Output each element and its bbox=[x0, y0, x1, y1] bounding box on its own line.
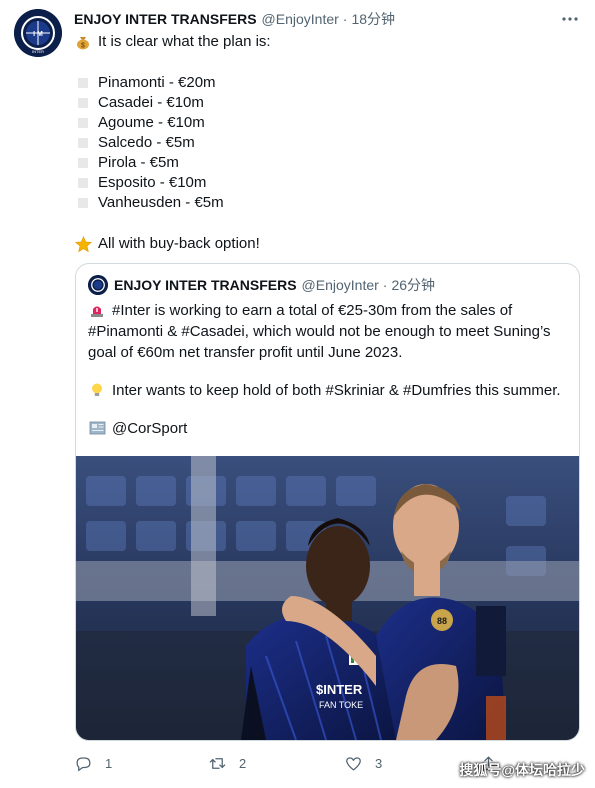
watermark: 搜狐号@体坛哈拉少 bbox=[459, 762, 585, 778]
bullet-square-icon bbox=[78, 138, 88, 148]
football-players-photo: $INTER FAN TOKE 88 bbox=[76, 456, 579, 740]
like-button[interactable]: 3 bbox=[344, 752, 382, 774]
quoted-author-avatar bbox=[88, 275, 108, 295]
quoted-source-text: @CorSport bbox=[112, 420, 188, 437]
list-item-text: Pinamonti - €20m bbox=[98, 74, 216, 91]
more-options-button[interactable] bbox=[559, 9, 581, 29]
list-item-text: Pirola - €5m bbox=[98, 154, 179, 171]
outro-text: All with buy-back option! bbox=[98, 235, 260, 252]
quoted-tweet-timestamp: 26分钟 bbox=[391, 277, 436, 293]
list-item-text: Vanheusden - €5m bbox=[98, 194, 224, 211]
svg-text:$INTER: $INTER bbox=[316, 682, 363, 697]
quoted-tweet-photo[interactable]: $INTER FAN TOKE 88 bbox=[76, 456, 579, 740]
quoted-source: @CorSport bbox=[88, 418, 573, 439]
reply-button[interactable]: 1 bbox=[74, 752, 112, 774]
newspaper-icon bbox=[88, 419, 106, 437]
author-avatar[interactable]: I M INTER bbox=[14, 9, 62, 57]
list-item: Casadei - €10m bbox=[74, 93, 574, 113]
quoted-tweet[interactable]: ENJOY INTER TRANSFERS @EnjoyInter · 26分钟… bbox=[75, 263, 580, 741]
list-item: Pinamonti - €20m bbox=[74, 73, 574, 93]
inter-logo-icon: I M INTER bbox=[14, 9, 62, 57]
quoted-author-name: ENJOY INTER TRANSFERS bbox=[114, 277, 297, 293]
quoted-paragraph-2: Inter wants to keep hold of both #Skrini… bbox=[88, 380, 573, 401]
lightbulb-icon bbox=[88, 381, 106, 399]
quoted-paragraph-1: #Inter is working to earn a total of €25… bbox=[88, 300, 573, 363]
list-item: Agoume - €10m bbox=[74, 113, 574, 133]
star-icon bbox=[74, 235, 92, 253]
outro-line: All with buy-back option! bbox=[74, 234, 574, 254]
list-item-text: Casadei - €10m bbox=[98, 94, 204, 111]
retweet-count: 2 bbox=[239, 755, 247, 771]
like-count: 3 bbox=[375, 755, 383, 771]
svg-text:$: $ bbox=[81, 43, 85, 50]
svg-text:88: 88 bbox=[437, 616, 447, 626]
money-bag-icon: $ bbox=[74, 33, 92, 51]
reply-icon bbox=[76, 756, 91, 771]
quoted-tweet-header: ENJOY INTER TRANSFERS @EnjoyInter · 26分钟 bbox=[88, 275, 435, 295]
tweet-timestamp[interactable]: 18分钟 bbox=[351, 9, 395, 29]
list-item: Esposito - €10m bbox=[74, 173, 574, 193]
svg-text:I M: I M bbox=[33, 31, 43, 38]
author-name[interactable]: ENJOY INTER TRANSFERS bbox=[74, 11, 257, 27]
bullet-square-icon bbox=[78, 78, 88, 88]
bullet-square-icon bbox=[78, 198, 88, 208]
quoted-tweet-text: #Inter is working to earn a total of €25… bbox=[88, 300, 573, 439]
author-handle[interactable]: @EnjoyInter bbox=[262, 11, 339, 27]
retweet-button[interactable]: 2 bbox=[208, 752, 246, 774]
svg-text:FAN TOKE: FAN TOKE bbox=[319, 700, 363, 710]
tweet-text: $ It is clear what the plan is: Pinamont… bbox=[74, 32, 574, 254]
siren-icon bbox=[88, 301, 106, 319]
quoted-author-handle: @EnjoyInter bbox=[301, 277, 379, 293]
list-item: Vanheusden - €5m bbox=[74, 193, 574, 213]
separator-dot: · bbox=[382, 277, 388, 293]
list-item: Salcedo - €5m bbox=[74, 133, 574, 153]
intro-line: $ It is clear what the plan is: bbox=[74, 32, 574, 52]
quoted-paragraph-2-text: Inter wants to keep hold of both #Skrini… bbox=[112, 382, 561, 399]
bullet-square-icon bbox=[78, 158, 88, 168]
intro-text: It is clear what the plan is: bbox=[98, 33, 271, 50]
list-item-text: Agoume - €10m bbox=[98, 114, 205, 131]
inter-logo-icon bbox=[88, 275, 108, 295]
retweet-icon bbox=[209, 757, 226, 769]
bullet-square-icon bbox=[78, 98, 88, 108]
list-item: Pirola - €5m bbox=[74, 153, 574, 173]
reply-count: 1 bbox=[105, 755, 113, 771]
bullet-square-icon bbox=[78, 118, 88, 128]
more-icon bbox=[562, 17, 578, 21]
quoted-paragraph-1-text: #Inter is working to earn a total of €25… bbox=[88, 302, 551, 361]
bullet-square-icon bbox=[78, 178, 88, 188]
svg-text:INTER: INTER bbox=[32, 49, 44, 54]
list-item-text: Esposito - €10m bbox=[98, 174, 207, 191]
heart-icon bbox=[346, 756, 361, 770]
list-item-text: Salcedo - €5m bbox=[98, 134, 195, 151]
separator-dot: · bbox=[342, 11, 348, 27]
tweet-header: ENJOY INTER TRANSFERS @EnjoyInter · 18分钟 bbox=[74, 9, 581, 29]
